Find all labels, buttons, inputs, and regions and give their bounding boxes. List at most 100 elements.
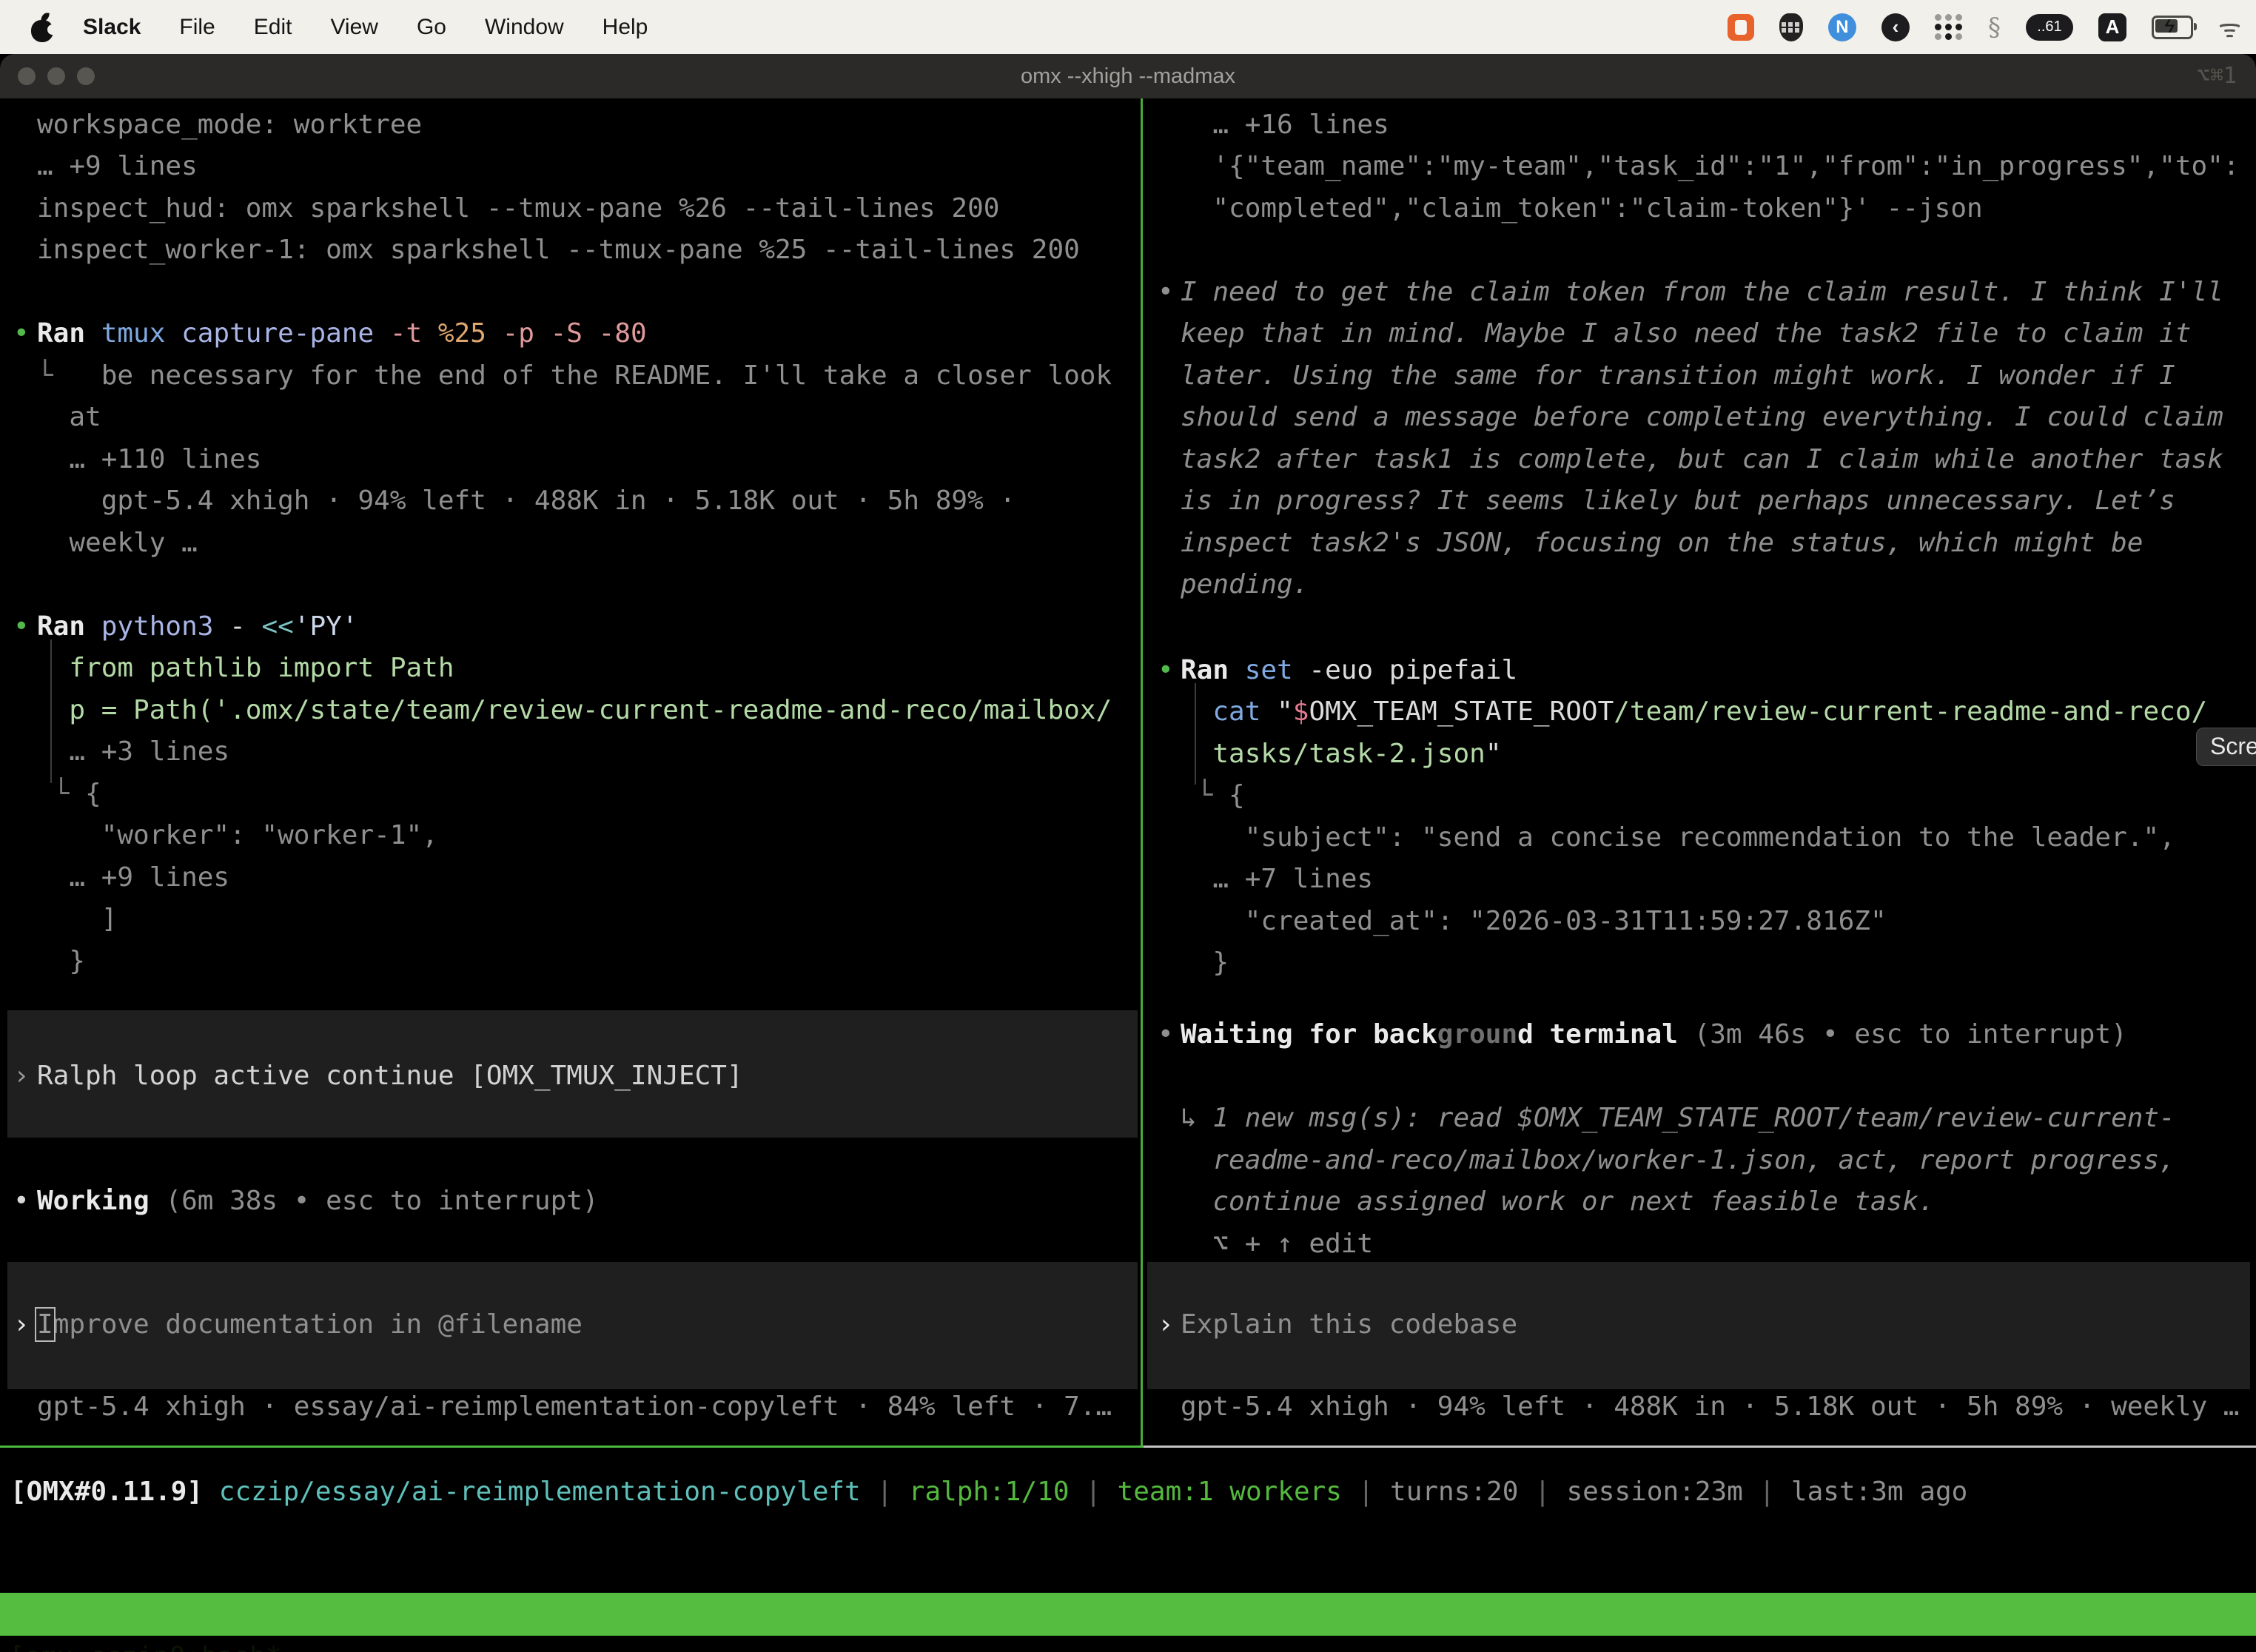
chat-app-icon[interactable] — [1728, 14, 1754, 41]
text-segment: last:3m ago — [1791, 1477, 1967, 1507]
a-badge-icon[interactable]: A — [2098, 13, 2126, 41]
text-segment: 1 new msg(s): read $OMX_TEAM_STATE_ROOT/… — [1212, 1103, 2175, 1133]
text-segment: -euo pipefail — [1309, 655, 1517, 685]
text-segment: " — [1277, 696, 1293, 727]
text-segment: Ran — [37, 611, 101, 642]
apple-menu-icon[interactable] — [30, 13, 55, 42]
terminal-line: continue assigned work or next feasible … — [1144, 1181, 2256, 1223]
text-segment — [1181, 1186, 1212, 1217]
text-segment: I need to get the claim token from the c… — [1181, 277, 2223, 307]
text-segment: from pathlib import Path — [37, 653, 454, 683]
dots-grid-icon[interactable] — [1935, 14, 1963, 40]
text-segment: Working — [37, 1186, 150, 1216]
text-segment: ralph:1/10 — [909, 1477, 1070, 1507]
text-segment: … +110 lines — [37, 444, 261, 474]
terminal-line: tasks/task-2.json" — [1144, 733, 2256, 775]
text-segment: team:1 workers — [1118, 1477, 1342, 1507]
terminal-line: later. Using the same for transition mig… — [1144, 355, 2256, 397]
text-segment: -S — [551, 318, 599, 349]
text-segment: OMX_TEAM_STATE_ROOT — [1309, 696, 1614, 727]
terminal-line: ⌥ + ↑ edit — [1144, 1223, 2256, 1265]
terminal-line: "subject": "send a concise recommendatio… — [1144, 816, 2256, 859]
dark-circle-icon[interactable]: ‹ — [1881, 13, 1910, 41]
terminal-line: inspect_hud: omx sparkshell --tmux-pane … — [0, 187, 1141, 229]
text-segment: 'PY' — [294, 611, 358, 642]
shield-grid-icon[interactable] — [1779, 13, 1803, 41]
menu-item-window[interactable]: Window — [485, 15, 564, 39]
terminal-line: … +3 lines — [0, 731, 1141, 773]
terminal-line: task2 after task1 is complete, but can I… — [1144, 438, 2256, 480]
terminal-line: should send a message before completing … — [1144, 396, 2256, 438]
text-segment: [OMX#0.11.9] — [10, 1477, 203, 1507]
percent-badge-icon[interactable]: ..61 — [2026, 14, 2073, 41]
bullet-icon: • — [13, 1180, 30, 1222]
text-segment: weekly … — [37, 528, 198, 558]
text-segment: … +9 lines — [37, 862, 229, 893]
text-segment: groun — [1437, 1019, 1517, 1050]
text-segment: " — [1485, 739, 1502, 769]
separator-right — [1144, 1446, 2256, 1448]
pane-divider[interactable] — [1141, 98, 1143, 1446]
text-segment: … +3 lines — [37, 736, 229, 767]
blue-badge-icon[interactable]: N — [1828, 13, 1856, 41]
text-segment: gpt-5.4 xhigh · essay/ai-reimplementatio… — [37, 1391, 1112, 1422]
terminal-line: •Working (6m 38s • esc to interrupt) — [0, 1180, 1141, 1222]
menu-item-go[interactable]: Go — [417, 15, 446, 39]
menu-item-file[interactable]: File — [179, 15, 215, 39]
text-segment: gpt-5.4 xhigh · 94% left · 488K in · 5.1… — [1181, 1391, 2239, 1422]
menu-status-icons: N ‹ § ..61 A ϟ ᯤ — [1728, 0, 2241, 54]
text-segment: Waiting for back — [1181, 1019, 1437, 1050]
terminal-line: ›Improve documentation in @filename — [0, 1303, 1141, 1346]
text-segment: p = Path('.omx/state/team/review-current… — [37, 695, 1112, 725]
text-segment: -p — [503, 318, 551, 349]
text-segment — [1181, 739, 1212, 769]
terminal-line: gpt-5.4 xhigh · 94% left · 488K in · 5.1… — [1144, 1386, 2256, 1428]
menu-app-name[interactable]: Slack — [83, 15, 141, 40]
menu-item-edit[interactable]: Edit — [254, 15, 292, 39]
hook-squiggle-icon[interactable]: § — [1988, 13, 2001, 42]
text-segment: └ — [1197, 780, 1229, 810]
text-segment — [1181, 780, 1197, 810]
text-segment: -80 — [599, 318, 647, 349]
text-segment: "subject": "send a concise recommendatio… — [1181, 822, 2175, 853]
text-segment: python3 — [101, 611, 229, 642]
text-segment: workspace_mode: worktree — [37, 110, 422, 140]
terminal-line: … +7 lines — [1144, 858, 2256, 900]
menu-item-view[interactable]: View — [330, 15, 377, 39]
terminal-line: from pathlib import Path — [0, 647, 1141, 689]
text-segment: I — [37, 1309, 53, 1340]
text-segment: tmux — [101, 318, 181, 349]
text-segment: cczip/essay/ai-reimplementation-copyleft — [219, 1477, 861, 1507]
terminal-line: … +16 lines — [1144, 104, 2256, 146]
text-segment: be necessary for the end of the README. … — [101, 360, 1112, 391]
text-segment: - — [229, 611, 261, 642]
terminal-line: ›Ralph loop active continue [OMX_TMUX_IN… — [0, 1055, 1141, 1097]
text-segment: Ran — [1181, 655, 1245, 685]
text-segment: later. Using the same for transition mig… — [1181, 360, 2175, 391]
text-segment — [203, 1477, 219, 1507]
tmux-status-bar: [omx-cczip0:bash* "MacBook-Pro-44.local"… — [0, 1593, 2256, 1636]
menu-items: File Edit View Go Window Help — [141, 15, 648, 40]
terminal-line: └ { — [1144, 774, 2256, 816]
window-title-bar[interactable]: omx --xhigh --madmax ⌥⌘1 — [0, 54, 2256, 100]
left-pane[interactable]: workspace_mode: worktree… +9 linesinspec… — [0, 98, 1141, 1446]
wifi-icon[interactable]: ᯤ — [2218, 10, 2241, 44]
text-segment: readme-and-reco/mailbox/worker-1.json, a… — [1212, 1145, 2175, 1175]
text-segment: } — [1181, 947, 1229, 978]
terminal-line: └ be necessary for the end of the README… — [0, 355, 1141, 397]
text-segment: ⌥ + ↑ edit — [1181, 1229, 1373, 1259]
terminal-line: "created_at": "2026-03-31T11:59:27.816Z" — [1144, 900, 2256, 942]
battery-charging-icon[interactable]: ϟ — [2152, 16, 2193, 39]
screen-tooltip: Scre — [2196, 728, 2256, 766]
menu-item-help[interactable]: Help — [602, 15, 648, 39]
terminal-line: readme-and-reco/mailbox/worker-1.json, a… — [1144, 1139, 2256, 1181]
text-segment: "completed","claim_token":"claim-token"}… — [1181, 193, 1983, 224]
prompt-chevron-icon: › — [13, 1055, 30, 1097]
text-segment: } — [37, 946, 85, 976]
screen: Slack File Edit View Go Window Help N ‹ § ..6… — [0, 0, 2256, 1652]
right-pane[interactable]: … +16 lines '{"team_name":"my-team","tas… — [1144, 98, 2256, 1446]
terminal-line: … +9 lines — [0, 145, 1141, 187]
text-segment: mprove documentation in @filename — [53, 1309, 583, 1340]
terminal-line: } — [1144, 941, 2256, 984]
text-segment — [37, 779, 53, 809]
